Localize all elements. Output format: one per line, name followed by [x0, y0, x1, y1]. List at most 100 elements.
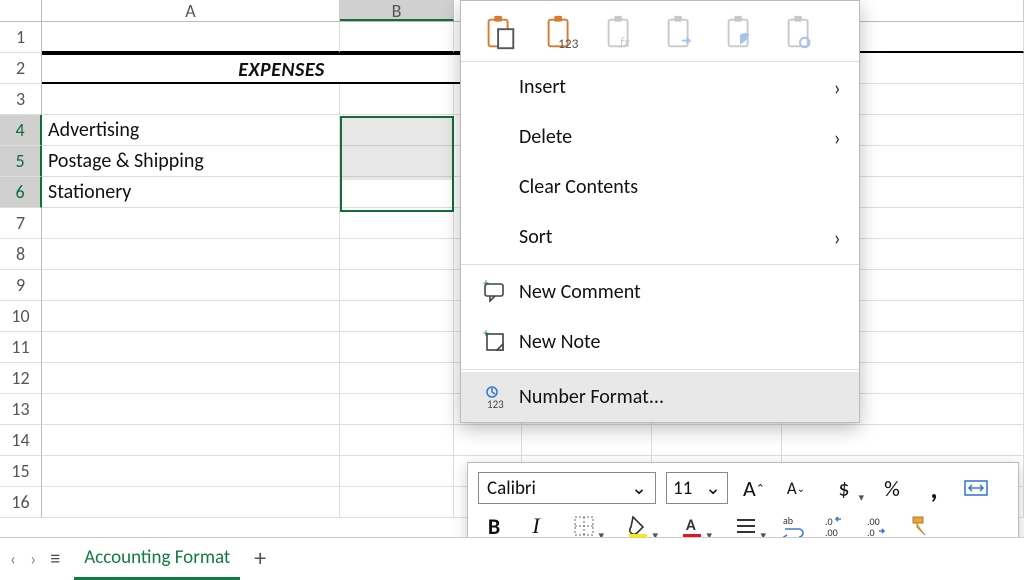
cell[interactable]: [42, 487, 340, 518]
comma-format-icon[interactable]: ,: [918, 472, 950, 504]
percent-format-icon[interactable]: %: [876, 472, 908, 504]
sheet-tab-active[interactable]: Accounting Format: [74, 538, 240, 580]
menu-clear-label: Clear Contents: [519, 175, 638, 199]
select-all-corner[interactable]: [0, 0, 42, 21]
cell[interactable]: [42, 239, 340, 270]
cell[interactable]: [340, 208, 454, 239]
row-6[interactable]: 6: [0, 177, 42, 208]
cell[interactable]: [340, 270, 454, 301]
paste-values-icon[interactable]: 123: [541, 13, 579, 53]
menu-delete-label: Delete: [519, 125, 572, 149]
cell[interactable]: [42, 394, 340, 425]
cell[interactable]: [340, 301, 454, 332]
cell[interactable]: [42, 363, 340, 394]
add-sheet-icon[interactable]: +: [254, 544, 266, 573]
cell[interactable]: Advertising: [42, 115, 340, 146]
col-B[interactable]: B: [340, 0, 454, 21]
row-16[interactable]: 16: [0, 487, 42, 518]
cell[interactable]: [42, 84, 340, 115]
menu-sort[interactable]: Sort›: [461, 212, 859, 262]
decrease-font-icon[interactable]: A⌄: [780, 472, 812, 504]
increase-font-icon[interactable]: A⌃: [738, 472, 770, 504]
svg-text:ab: ab: [783, 514, 793, 527]
cell[interactable]: [42, 208, 340, 239]
cell[interactable]: [340, 332, 454, 363]
svg-text:+: +: [483, 329, 489, 341]
paste-transpose-icon[interactable]: [661, 13, 699, 53]
row-13[interactable]: 13: [0, 394, 42, 425]
row-15[interactable]: 15: [0, 456, 42, 487]
number-format-icon: 123: [481, 384, 509, 410]
menu-new-note[interactable]: + New Note: [461, 317, 859, 367]
cell[interactable]: [782, 425, 1024, 456]
prev-sheet-icon[interactable]: ‹: [10, 548, 16, 570]
cell[interactable]: [42, 456, 340, 487]
title-cell[interactable]: EXPENSES: [42, 53, 522, 84]
cell[interactable]: [652, 425, 782, 456]
col-A[interactable]: A: [42, 0, 340, 21]
menu-insert-label: Insert: [519, 75, 566, 99]
menu-number-format[interactable]: 123 Number Format...: [461, 372, 859, 422]
cell[interactable]: [340, 456, 454, 487]
menu-new-comment[interactable]: + New Comment: [461, 267, 859, 317]
paste-formatting-icon[interactable]: [721, 13, 759, 53]
menu-sort-label: Sort: [519, 225, 552, 249]
cell[interactable]: [340, 394, 454, 425]
row-9[interactable]: 9: [0, 270, 42, 301]
font-name: Calibri: [487, 477, 536, 500]
svg-text:123: 123: [487, 398, 504, 410]
row-3[interactable]: 3: [0, 84, 42, 115]
cell[interactable]: [340, 22, 454, 53]
font-selector[interactable]: Calibri ⌄: [478, 472, 656, 504]
svg-text:+: +: [483, 279, 489, 291]
row-12[interactable]: 12: [0, 363, 42, 394]
svg-text:fx: fx: [620, 33, 630, 50]
cell[interactable]: [42, 22, 340, 53]
cell[interactable]: [340, 84, 454, 115]
row-10[interactable]: 10: [0, 301, 42, 332]
menu-insert[interactable]: Insert ›: [461, 62, 859, 112]
chevron-down-icon: ⌄: [631, 477, 647, 500]
cell[interactable]: [340, 115, 454, 146]
accounting-format-icon[interactable]: $: [822, 472, 866, 504]
cell[interactable]: [340, 487, 454, 518]
cell[interactable]: [42, 425, 340, 456]
font-size-selector[interactable]: 11⌄: [666, 472, 728, 504]
all-sheets-icon[interactable]: ≡: [50, 547, 60, 571]
row-2[interactable]: 2: [0, 53, 42, 84]
cell[interactable]: Postage & Shipping: [42, 146, 340, 177]
menu-separator: [461, 369, 859, 370]
merge-center-icon[interactable]: [960, 472, 992, 504]
menu-note-label: New Note: [519, 330, 600, 354]
menu-comment-label: New Comment: [519, 280, 641, 304]
cell[interactable]: [42, 270, 340, 301]
row-11[interactable]: 11: [0, 332, 42, 363]
cell[interactable]: [340, 363, 454, 394]
chevron-down-icon: ⌄: [705, 477, 721, 500]
menu-clear-contents[interactable]: Clear Contents: [461, 162, 859, 212]
cell[interactable]: [340, 239, 454, 270]
cell[interactable]: Stationery: [42, 177, 340, 208]
row-4[interactable]: 4: [0, 115, 42, 146]
row-14[interactable]: 14: [0, 425, 42, 456]
row-5[interactable]: 5: [0, 146, 42, 177]
paste-formulas-icon[interactable]: fx: [601, 13, 639, 53]
row-8[interactable]: 8: [0, 239, 42, 270]
svg-text:123: 123: [558, 35, 578, 52]
row-1[interactable]: 1: [0, 22, 42, 53]
cell[interactable]: [340, 146, 454, 177]
cell[interactable]: [340, 177, 454, 208]
note-icon: +: [481, 329, 509, 355]
cell[interactable]: [42, 332, 340, 363]
paste-link-icon[interactable]: [781, 13, 819, 53]
cell[interactable]: [340, 425, 454, 456]
row-7[interactable]: 7: [0, 208, 42, 239]
menu-delete[interactable]: Delete›: [461, 112, 859, 162]
cell[interactable]: [522, 425, 652, 456]
cell[interactable]: [454, 425, 522, 456]
chevron-right-icon: ›: [834, 74, 841, 101]
cell[interactable]: [42, 301, 340, 332]
paste-icon[interactable]: [481, 13, 519, 53]
next-sheet-icon[interactable]: ›: [30, 548, 36, 570]
comment-icon: +: [481, 279, 509, 305]
